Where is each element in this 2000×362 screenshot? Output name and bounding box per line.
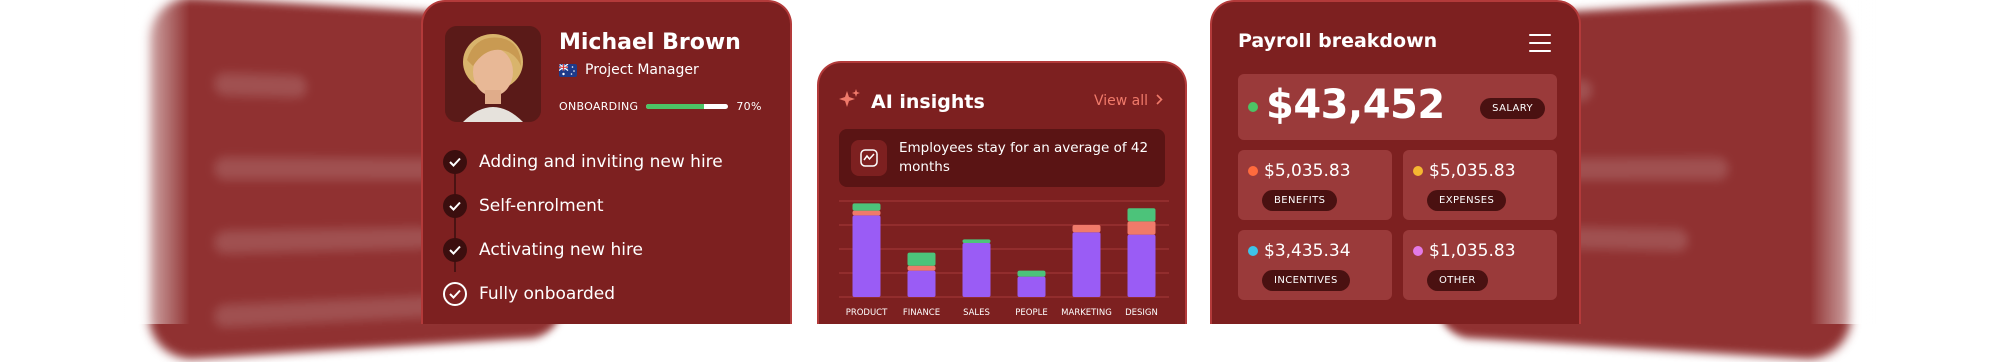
ai-insights-card: AI insights View all Employees stay for … [817,61,1187,324]
step-label: Self-enrolment [479,196,604,216]
incentives-box: $3,435.34 INCENTIVES [1238,230,1392,300]
bar-finance-segment-0 [907,270,936,297]
expenses-box: $5,035.83 EXPENSES [1403,150,1557,220]
sparkle-icon [839,89,861,114]
bar-product-segment-0 [852,215,881,297]
expenses-tag: EXPENSES [1427,190,1507,211]
total-status-dot [1248,102,1258,112]
view-all-link[interactable]: View all [1094,93,1163,109]
payroll-breakdown-card: Payroll breakdown $43,452 SALARY $5,035.… [1210,0,1581,324]
trend-chart-icon [851,140,887,176]
bar-design-segment-0 [1127,234,1156,297]
employee-role: Project Manager [585,62,699,78]
expenses-amount: $5,035.83 [1429,161,1516,181]
onboarding-progress-bar [646,104,729,109]
salary-tag: SALARY [1480,98,1545,119]
bar-marketing-segment-1 [1072,225,1101,233]
x-tick-label: MARKETING [1061,308,1112,318]
benefits-dot [1248,166,1258,176]
bar-finance-segment-1 [907,265,936,271]
step-adding-inviting: Adding and inviting new hire [443,140,723,184]
incentives-dot [1248,246,1258,256]
x-tick-label: FINANCE [903,308,940,318]
bar-people-segment-0 [1017,276,1046,297]
employee-name: Michael Brown [559,30,741,55]
insight-message: Employees stay for an average of 42 mont… [899,140,1149,175]
total-amount: $43,452 [1266,82,1445,128]
step-label: Adding and inviting new hire [479,152,723,172]
other-amount: $1,035.83 [1429,241,1516,261]
incentives-amount: $3,435.34 [1264,241,1351,261]
step-activating: Activating new hire [443,228,723,272]
department-bar-chart: PRODUCT FINANCE SALES PEOPLE MARKETING DESIGN [839,200,1169,318]
step-fully-onboarded: Fully onboarded [443,272,723,316]
onboarding-steps: Adding and inviting new hire Self-enrolm… [443,140,723,316]
avatar [445,26,541,122]
check-circle-icon [443,282,467,306]
benefits-box: $5,035.83 BENEFITS [1238,150,1392,220]
view-all-label: View all [1093,93,1148,109]
benefits-amount: $5,035.83 [1264,161,1351,181]
menu-icon[interactable] [1529,34,1551,58]
chevron-right-icon [1156,93,1163,109]
x-tick-label: DESIGN [1125,308,1158,318]
bar-sales-segment-0 [962,243,991,297]
other-dot [1413,246,1423,256]
x-tick-label: SALES [963,308,990,318]
bar-sales-segment-2 [962,239,991,243]
bar-product-segment-2 [852,203,881,211]
onboarding-percent: 70% [736,100,762,113]
benefits-tag: BENEFITS [1262,190,1338,211]
payroll-title: Payroll breakdown [1238,30,1438,52]
other-box: $1,035.83 OTHER [1403,230,1557,300]
onboarding-label: ONBOARDING [559,100,639,113]
australia-flag-icon [559,63,577,77]
check-icon [443,150,467,174]
step-self-enrolment: Self-enrolment [443,184,723,228]
bar-design-segment-2 [1127,208,1156,222]
bar-marketing-segment-0 [1072,232,1101,297]
expenses-dot [1413,166,1423,176]
insights-title: AI insights [871,90,985,113]
check-icon [443,194,467,218]
total-salary-box: $43,452 SALARY [1238,74,1557,140]
onboarding-card: Michael Brown Project Manager ONBOARDING… [421,0,792,324]
incentives-tag: INCENTIVES [1262,270,1350,291]
other-tag: OTHER [1427,270,1488,291]
x-tick-label: PEOPLE [1015,308,1047,318]
bar-product-segment-1 [852,210,881,216]
x-tick-label: PRODUCT [846,308,888,318]
bar-design-segment-1 [1127,221,1156,235]
check-icon [443,238,467,262]
bar-people-segment-2 [1017,270,1046,277]
insight-message-box: Employees stay for an average of 42 mont… [839,129,1165,187]
step-label: Activating new hire [479,240,644,260]
bar-finance-segment-2 [907,252,936,266]
step-label: Fully onboarded [479,284,616,304]
